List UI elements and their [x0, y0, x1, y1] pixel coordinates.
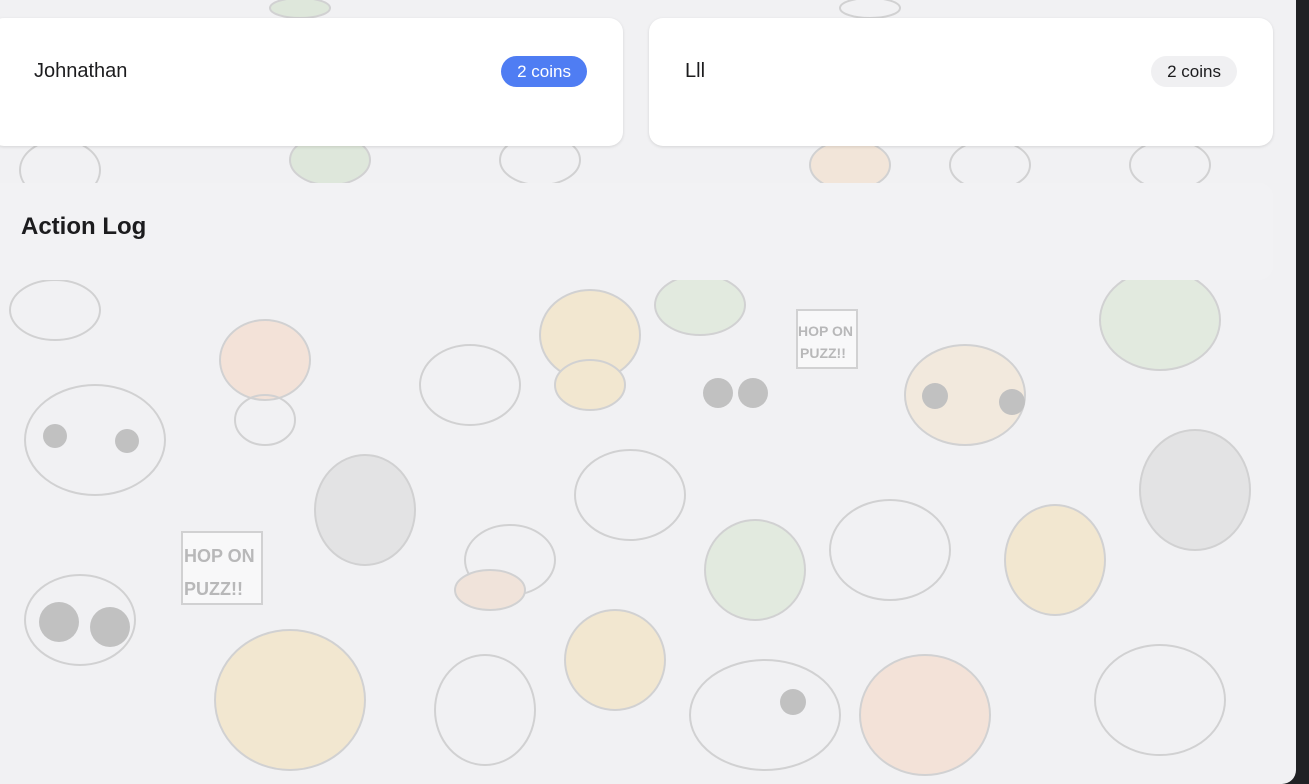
sticker-text-4: PUZZ!!	[184, 579, 243, 599]
sticker-text-2: PUZZ!!	[800, 345, 846, 361]
coin-badge-active: 2 coins	[501, 56, 587, 87]
game-viewport: HOP ON PUZZ!! HOP ON PUZZ!! Johnathan 2 …	[0, 0, 1296, 784]
sticker-text-1: HOP ON	[798, 323, 853, 339]
player-card-lll[interactable]: Lll 2 coins	[649, 18, 1273, 146]
player-name: Johnathan	[34, 60, 128, 82]
action-log-panel: Action Log	[0, 183, 1273, 280]
action-log-title: Action Log	[21, 213, 147, 240]
player-name: Lll	[685, 60, 706, 82]
player-card-johnathan[interactable]: Johnathan 2 coins	[0, 18, 623, 146]
coin-badge: 2 coins	[1151, 56, 1237, 87]
sticker-text-3: HOP ON	[184, 546, 255, 566]
